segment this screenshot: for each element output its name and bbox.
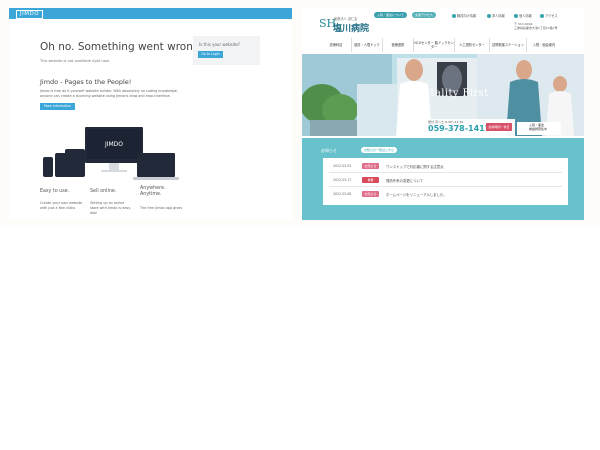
hospital-address: 〒 513-0004 三重県鈴鹿市大池1丁目10番7号 — [514, 22, 558, 30]
toplink-recruit-label: 求人情報 — [492, 14, 505, 18]
news-title[interactable]: 発熱外来の変更について — [386, 178, 423, 183]
badge-text: 入院・面会 看護師募集中 — [529, 123, 548, 132]
owner-login-box: Is this your website? Go to Login — [193, 36, 260, 65]
hospital-header: SH 医療法人 誠仁会 塩川病院 入院・面会について 交通アクセス 職員向け情報… — [302, 8, 584, 54]
news-title[interactable]: ホームページをリニューアルしました。 — [386, 192, 447, 197]
news-item[interactable]: 2022.03.08 お知らせ ホームページをリニューアルしました。 — [329, 189, 562, 200]
nav-admission[interactable]: 入院・面会案内 — [526, 38, 561, 52]
owner-question: Is this your website? — [199, 42, 240, 47]
tel-box: 受付 月〜土 8:30〜11:30 059-378-1417 診療時間・休日 — [420, 119, 515, 136]
nav-departments[interactable]: 診療科目 — [322, 38, 350, 52]
news-heading: お知らせ — [321, 148, 337, 153]
hero-banner: Hospitality First 受付 月〜土 8:30〜11:30 059-… — [302, 54, 584, 136]
news-section: お知らせ お知らせ一覧はこちら 2022.03.03 お知らせ ワンストップで対… — [302, 138, 584, 220]
dot-icon — [514, 14, 518, 18]
news-item[interactable]: 2022.03.03 お知らせ ワンストップで対応機に関する注意点 — [329, 161, 562, 173]
news-list: 2022.03.03 お知らせ ワンストップで対応機に関する注意点 2022.0… — [323, 158, 568, 205]
dot-icon — [487, 14, 491, 18]
news-item[interactable]: 2022.03.17 重要 発熱外来の変更について — [329, 175, 562, 187]
feature-title-sell: Sell online. — [90, 189, 117, 194]
news-tag: 重要 — [362, 177, 379, 183]
address-line: 三重県鈴鹿市大池1丁目10番7号 — [514, 26, 558, 30]
news-date: 2022.03.03 — [333, 164, 352, 168]
pill-visit-info[interactable]: 入院・面会について — [374, 12, 407, 18]
dot-icon — [452, 14, 456, 18]
error-subtitle: This website is not available right now. — [40, 59, 110, 63]
nav-home-nursing[interactable]: 訪問看護ステーション — [489, 38, 526, 52]
hours-button[interactable]: 診療時間・休日 — [486, 123, 512, 131]
jimdo-error-page: JIMDO Oh no. Something went wrong. This … — [9, 8, 292, 220]
more-info-button[interactable]: More information — [40, 103, 75, 110]
toplink-privacy[interactable]: 個人情報 — [514, 13, 532, 18]
tel-number[interactable]: 059-378-1417 — [428, 124, 490, 133]
toplink-recruit[interactable]: 求人情報 — [487, 13, 505, 18]
toplink-access-label: アクセス — [545, 14, 558, 18]
hospital-website: SH 医療法人 誠仁会 塩川病院 入院・面会について 交通アクセス 職員向け情報… — [302, 8, 584, 220]
jimdo-header-bar: JIMDO — [9, 8, 292, 19]
toplink-privacy-label: 個人情報 — [519, 14, 532, 18]
devices-illustration: JIMDO — [43, 127, 179, 180]
news-title[interactable]: ワンストップで対応機に関する注意点 — [386, 164, 444, 169]
news-date: 2022.03.08 — [333, 192, 352, 196]
toplink-staff-label: 職員向け情報 — [457, 14, 477, 18]
news-all-link[interactable]: お知らせ一覧はこちら — [361, 147, 397, 153]
login-button[interactable]: Go to Login — [198, 51, 223, 58]
toplink-staff[interactable]: 職員向け情報 — [452, 13, 476, 18]
news-tag: お知らせ — [362, 163, 379, 169]
feature-text-sell: Setting up an online store with Jimdo is… — [90, 201, 131, 215]
nav-hcu[interactable]: HCUセンター 脳ドックセンター — [413, 38, 454, 52]
nav-dialysis[interactable]: 人工透析センター — [454, 38, 489, 52]
feature-title-anywhere: Anywhere. Anytime. — [140, 186, 166, 197]
promo-text: Jimdo is free do it yourself website bui… — [40, 89, 178, 98]
badge-line-2: 看護師募集中 — [529, 126, 548, 131]
monitor-brand: JIMDO — [104, 141, 123, 148]
jimdo-logo[interactable]: JIMDO — [16, 10, 44, 19]
nav-cooperation[interactable]: 医療連携 — [382, 38, 413, 52]
nav-checkup[interactable]: 健診・人間ドック — [351, 38, 382, 52]
screenshot-canvas: JIMDO Oh no. Something went wrong. This … — [0, 0, 600, 225]
hero-tagline: Hospitality First — [399, 88, 489, 99]
hospital-name[interactable]: 塩川病院 — [333, 21, 369, 34]
feature-title-easy: Easy to use. — [40, 189, 70, 194]
pill-access[interactable]: 交通アクセス — [412, 12, 436, 18]
dot-icon — [540, 14, 544, 18]
toplink-access[interactable]: アクセス — [540, 13, 558, 18]
error-title: Oh no. Something went wrong. — [40, 41, 203, 53]
news-date: 2022.03.17 — [333, 178, 352, 182]
promo-heading: Jimdo - Pages to the People! — [40, 78, 132, 86]
feature-text-easy: Create your own website with just a few … — [40, 201, 83, 210]
nurse-recruit-badge[interactable]: 入院・面会 看護師募集中 — [517, 122, 561, 135]
news-tag: お知らせ — [362, 191, 379, 197]
feature-text-anywhere: The free Jimdo app gives — [140, 206, 183, 210]
